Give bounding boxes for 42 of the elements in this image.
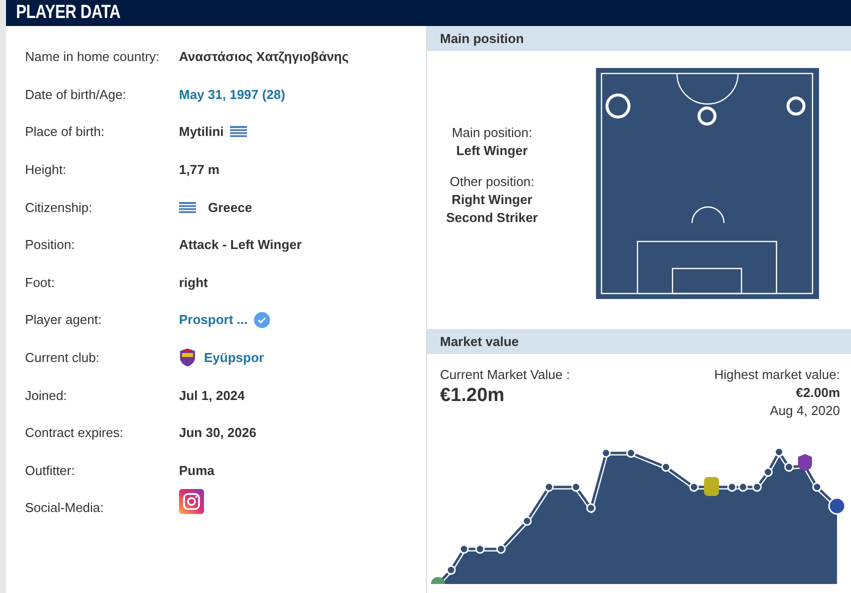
detail-label: Current club:: [25, 350, 100, 366]
detail-label: Contract expires:: [25, 425, 124, 440]
agent-link[interactable]: Prosport ...: [179, 312, 248, 328]
detail-label: Citizenship:: [25, 200, 94, 215]
detail-value: Mytilini: [179, 124, 224, 140]
position-value: Left Winger: [456, 143, 528, 158]
market-value-amount: €1.20m: [440, 385, 504, 407]
highest-value-date: Aug 4, 2020: [770, 403, 840, 418]
section-title: PLAYER DATA: [16, 2, 120, 24]
detail-label: Foot:: [25, 274, 56, 290]
flag-icon: [230, 126, 247, 138]
market-value-label: Current Market Value :: [440, 367, 570, 382]
detail-value: Greece: [208, 200, 252, 215]
detail-value: Αναστάσιος Χατζηγιοβάνης: [179, 49, 349, 64]
position-label: Other position:: [450, 174, 534, 189]
highest-value-amount: €2.00m: [796, 385, 840, 400]
detail-label: Joined:: [25, 388, 68, 403]
detail-label: Social-Media:: [25, 500, 105, 516]
position-label: Main position:: [452, 125, 532, 140]
detail-label: Height:: [25, 162, 68, 178]
section-heading: Market value: [427, 329, 851, 354]
detail-value: Jul 1, 2024: [179, 388, 245, 403]
detail-label: Player agent:: [25, 312, 103, 328]
verified-icon: [254, 312, 270, 328]
detail-label: Outfitter:: [25, 462, 76, 478]
detail-label: Position:: [25, 237, 76, 252]
position-value: Right Winger: [452, 192, 532, 207]
flag-icon: [179, 202, 196, 213]
highest-value-label: Highest market value:: [714, 367, 840, 382]
detail-label: Place of birth:: [25, 124, 106, 140]
detail-link[interactable]: May 31, 1997 (28): [179, 86, 286, 102]
detail-value: 1,77 m: [179, 162, 220, 178]
detail-value: Attack - Left Winger: [179, 237, 302, 252]
detail-value: Jun 30, 2026: [179, 425, 256, 440]
detail-label: Name in home country:: [25, 49, 160, 64]
club-link[interactable]: Eyüpspor: [204, 350, 264, 366]
position-value: Second Striker: [446, 210, 538, 225]
detail-label: Date of birth/Age:: [25, 86, 128, 102]
detail-value: right: [179, 274, 208, 290]
instagram-icon[interactable]: [179, 489, 204, 514]
section-heading: Main position: [427, 26, 851, 51]
detail-value: Puma: [179, 462, 214, 478]
